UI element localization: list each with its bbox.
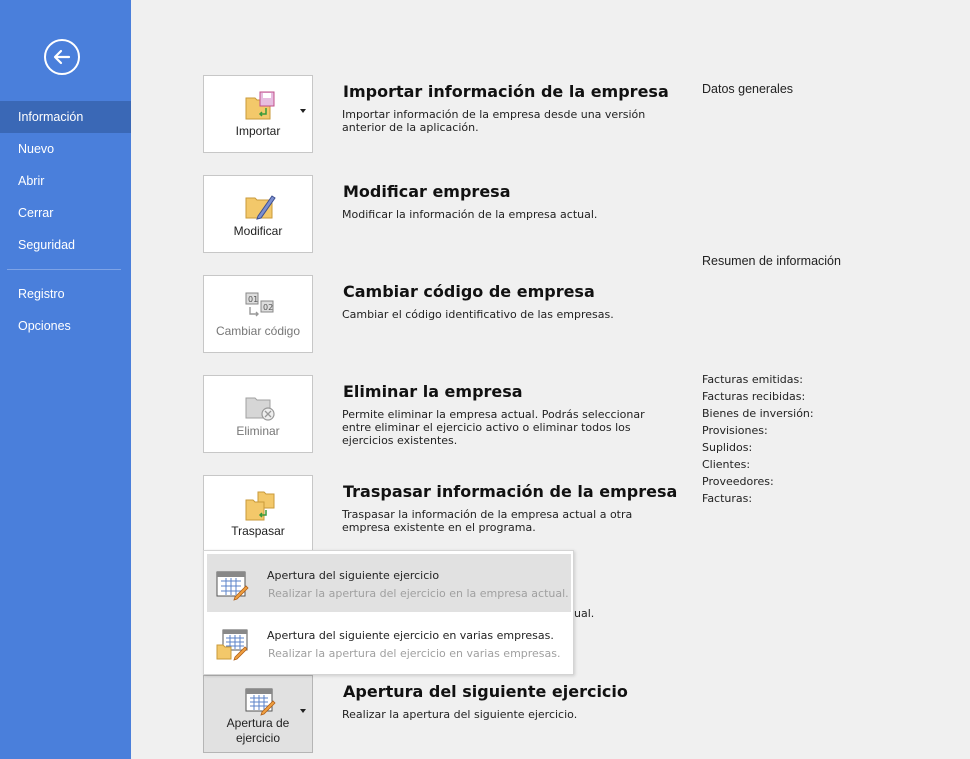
apertura-desc: Realizar la apertura del siguiente ejerc… xyxy=(342,708,578,721)
sidebar-nav: Información Nuevo Abrir Cerrar Seguridad… xyxy=(0,101,131,342)
eliminar-desc: Permite eliminar la empresa actual. Podr… xyxy=(342,408,645,447)
resumen-stats-list: Facturas emitidas: Facturas recibidas: B… xyxy=(702,371,814,507)
cambiar-codigo-button-label: Cambiar código xyxy=(215,324,301,338)
back-arrow-icon[interactable] xyxy=(44,39,80,75)
sidebar-item-abrir[interactable]: Abrir xyxy=(0,165,131,197)
cambiar-codigo-title: Cambiar código de empresa xyxy=(343,282,595,301)
stat-facturas-emitidas: Facturas emitidas: xyxy=(702,373,803,386)
stat-facturas: Facturas: xyxy=(702,492,753,505)
modificar-button-label: Modificar xyxy=(233,224,283,238)
traspasar-button-label: Traspasar xyxy=(231,524,285,538)
menu-item-apertura-actual[interactable]: Apertura del siguiente ejercicio Realiza… xyxy=(207,554,571,612)
calendar-edit-icon xyxy=(216,571,249,601)
stat-provisiones: Provisiones: xyxy=(702,424,768,437)
stat-facturas-recibidas: Facturas recibidas: xyxy=(702,390,806,403)
stat-clientes: Clientes: xyxy=(702,458,751,471)
folder-delete-icon xyxy=(245,397,275,421)
hidden-desc-fragment: ual. xyxy=(574,607,595,620)
cambiar-codigo-desc: Cambiar el código identificativo de las … xyxy=(342,308,614,321)
traspasar-title: Traspasar información de la empresa xyxy=(343,482,678,501)
traspasar-button[interactable]: Traspasar xyxy=(203,475,313,553)
apertura-label-line1: Apertura de xyxy=(226,716,290,730)
folder-edit-icon xyxy=(245,195,276,220)
backstage-sidebar: Información Nuevo Abrir Cerrar Seguridad… xyxy=(0,0,131,759)
menu-item-title: Apertura del siguiente ejercicio en vari… xyxy=(267,629,554,642)
sidebar-item-cerrar[interactable]: Cerrar xyxy=(0,197,131,229)
svg-text:01: 01 xyxy=(248,295,258,304)
cambiar-codigo-button[interactable]: 01 02 Cambiar código xyxy=(203,275,313,353)
apertura-ejercicio-button-label: Apertura de ejercicio xyxy=(204,716,312,746)
sidebar-item-registro[interactable]: Registro xyxy=(0,278,131,310)
modificar-title: Modificar empresa xyxy=(343,182,511,201)
importar-title: Importar información de la empresa xyxy=(343,82,669,101)
menu-item-apertura-varias[interactable]: Apertura del siguiente ejercicio en vari… xyxy=(207,614,571,672)
stat-bienes-inversion: Bienes de inversión: xyxy=(702,407,814,420)
menu-item-title: Apertura del siguiente ejercicio xyxy=(267,569,440,582)
folder-transfer-icon xyxy=(245,491,275,521)
apertura-title: Apertura del siguiente ejercicio xyxy=(343,682,628,701)
calendar-multiple-companies-icon xyxy=(216,629,248,661)
importar-button-label: Importar xyxy=(235,124,281,138)
datos-generales-heading: Datos generales xyxy=(702,82,794,96)
menu-item-desc: Realizar la apertura del ejercicio en la… xyxy=(268,587,569,600)
traspasar-desc: Traspasar la información de la empresa a… xyxy=(342,508,633,534)
menu-item-desc: Realizar la apertura del ejercicio en va… xyxy=(268,647,561,660)
apertura-dropdown-menu: Apertura del siguiente ejercicio Realiza… xyxy=(203,550,574,675)
eliminar-button[interactable]: Eliminar xyxy=(203,375,313,453)
apertura-label-line2: ejercicio xyxy=(235,731,280,745)
stat-proveedores: Proveedores: xyxy=(702,475,774,488)
calendar-edit-icon xyxy=(245,688,276,716)
stat-suplidos: Suplidos: xyxy=(702,441,753,454)
modificar-button[interactable]: Modificar xyxy=(203,175,313,253)
eliminar-button-label: Eliminar xyxy=(236,424,280,438)
sidebar-item-informacion[interactable]: Información xyxy=(0,101,131,133)
sidebar-item-seguridad[interactable]: Seguridad xyxy=(0,229,131,261)
sidebar-item-nuevo[interactable]: Nuevo xyxy=(0,133,131,165)
importar-button[interactable]: Importar xyxy=(203,75,313,153)
apertura-ejercicio-button[interactable]: Apertura de ejercicio xyxy=(203,675,313,753)
chevron-down-icon xyxy=(300,109,306,113)
folder-import-icon xyxy=(245,91,275,120)
change-code-icon: 01 02 xyxy=(245,292,274,317)
chevron-down-icon xyxy=(300,709,306,713)
sidebar-item-opciones[interactable]: Opciones xyxy=(0,310,131,342)
modificar-desc: Modificar la información de la empresa a… xyxy=(342,208,598,221)
svg-text:02: 02 xyxy=(263,303,273,312)
eliminar-title: Eliminar la empresa xyxy=(343,382,523,401)
resumen-informacion-heading: Resumen de información xyxy=(702,254,841,268)
sidebar-divider xyxy=(7,269,121,270)
importar-desc: Importar información de la empresa desde… xyxy=(342,108,646,134)
